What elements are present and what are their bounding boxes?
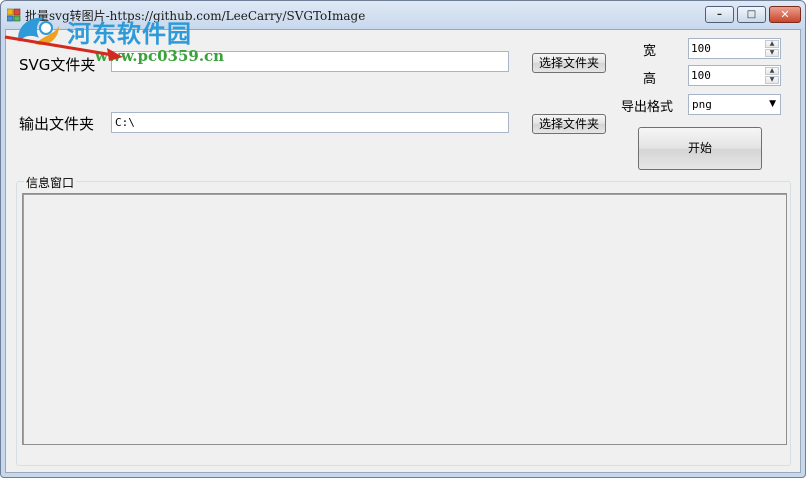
browse-output-folder-button[interactable]: 选择文件夹 <box>532 114 606 134</box>
width-spinner-arrows: ▲ ▼ <box>765 40 779 57</box>
format-label: 导出格式 <box>621 100 674 115</box>
minimize-button[interactable]: – <box>705 6 734 23</box>
width-label: 宽 <box>643 44 657 59</box>
height-spinner-arrows: ▲ ▼ <box>765 67 779 84</box>
form-client-area: SVG文件夹 选择文件夹 输出文件夹 C:\ 选择文件夹 宽 100 ▲ ▼ 高… <box>5 29 801 473</box>
maximize-button[interactable]: □ <box>737 6 766 23</box>
format-value: png <box>692 98 712 111</box>
info-group-title: 信息窗口 <box>24 174 77 191</box>
start-button[interactable]: 开始 <box>638 127 762 170</box>
width-up-arrow-icon[interactable]: ▲ <box>765 40 779 48</box>
height-up-arrow-icon[interactable]: ▲ <box>765 67 779 75</box>
height-down-arrow-icon[interactable]: ▼ <box>765 76 779 84</box>
close-icon: ✕ <box>780 8 790 21</box>
width-down-arrow-icon[interactable]: ▼ <box>765 49 779 57</box>
format-select[interactable]: png ▼ <box>688 94 781 115</box>
output-folder-input[interactable]: C:\ <box>111 112 509 133</box>
width-value: 100 <box>691 42 711 55</box>
info-log-area[interactable] <box>22 193 787 445</box>
maximize-icon: □ <box>746 9 757 20</box>
height-spinner[interactable]: 100 ▲ ▼ <box>688 65 781 86</box>
width-spinner[interactable]: 100 ▲ ▼ <box>688 38 781 59</box>
close-button[interactable]: ✕ <box>769 6 801 23</box>
minimize-icon: – <box>717 9 722 20</box>
height-value: 100 <box>691 69 711 82</box>
height-label: 高 <box>643 72 657 87</box>
app-window: 批量svg转图片-https://github.com/LeeCarry/SVG… <box>0 0 806 478</box>
output-folder-label: 输出文件夹 <box>19 115 95 133</box>
browse-svg-folder-button[interactable]: 选择文件夹 <box>532 53 606 73</box>
red-arrow-icon <box>4 35 123 61</box>
chevron-down-icon: ▼ <box>769 99 776 109</box>
